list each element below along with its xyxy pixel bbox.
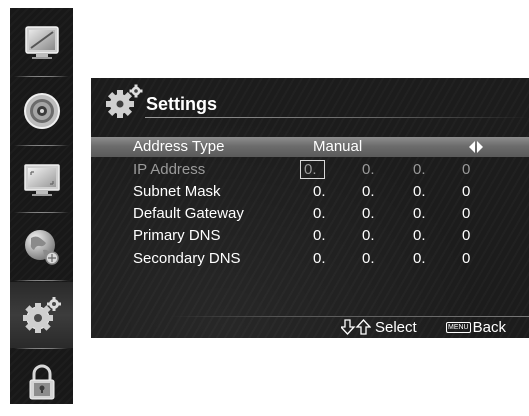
primary-dns-octet-2-field[interactable]: 0. (362, 227, 375, 244)
network-globe-icon (24, 230, 59, 265)
row-ip-address[interactable]: IP Address 0. 0. 0. 0 (91, 160, 529, 180)
primary-dns-octet-4-field[interactable]: 0 (462, 227, 470, 244)
back-label: Back (472, 318, 506, 336)
sidebar-divider (14, 280, 69, 281)
secondary-dns-octet-2-field[interactable]: 0. (362, 250, 375, 267)
gateway-octet-4-field[interactable]: 0 (462, 205, 470, 222)
subnet-mask-label: Subnet Mask (133, 183, 221, 200)
header-divider (145, 117, 529, 118)
settings-panel: Settings Address Type Manual IP Address … (91, 78, 529, 338)
primary-dns-octet-3-field[interactable]: 0. (413, 227, 426, 244)
subnet-octet-3-field[interactable]: 0. (413, 183, 426, 200)
up-down-arrows-icon (341, 319, 371, 335)
sidebar-item-network[interactable] (10, 214, 73, 280)
address-type-value: Manual (313, 138, 363, 155)
primary-dns-octet-1-field[interactable]: 0. (313, 227, 326, 244)
primary-dns-label: Primary DNS (133, 227, 221, 244)
default-gateway-label: Default Gateway (133, 205, 244, 222)
settings-gear-icon (22, 297, 61, 333)
sidebar (10, 8, 73, 404)
ip-octet-2-field[interactable]: 0. (362, 161, 375, 178)
gateway-octet-2-field[interactable]: 0. (362, 205, 375, 222)
sidebar-item-lock[interactable] (10, 350, 73, 416)
row-address-type[interactable]: Address Type Manual (91, 137, 529, 157)
sidebar-divider (14, 145, 69, 146)
page-title: Settings (146, 94, 218, 114)
select-label: Select (375, 318, 417, 336)
secondary-dns-octet-1-field[interactable]: 0. (313, 250, 326, 267)
row-subnet-mask[interactable]: Subnet Mask 0. 0. 0. 0 (91, 182, 529, 202)
lock-icon (29, 364, 54, 400)
settings-gear-icon (106, 84, 143, 118)
menu-key-icon: MENU (446, 321, 471, 333)
ip-octet-3-field[interactable]: 0. (413, 161, 426, 178)
back-hint[interactable]: MENU Back (446, 318, 506, 336)
sidebar-item-picture[interactable] (10, 10, 73, 76)
sidebar-divider (14, 76, 69, 77)
subnet-octet-4-field[interactable]: 0 (462, 183, 470, 200)
picture-icon (24, 26, 59, 59)
secondary-dns-octet-4-field[interactable]: 0 (462, 250, 470, 267)
ip-octet-4-field[interactable]: 0 (462, 161, 470, 178)
footer-divider (171, 316, 529, 317)
secondary-dns-label: Secondary DNS (133, 250, 241, 267)
sidebar-item-screen[interactable] (10, 147, 73, 213)
row-default-gateway[interactable]: Default Gateway 0. 0. 0. 0 (91, 204, 529, 224)
gateway-octet-3-field[interactable]: 0. (413, 205, 426, 222)
subnet-octet-1-field[interactable]: 0. (313, 183, 326, 200)
address-type-label: Address Type (133, 138, 225, 155)
sidebar-item-settings[interactable] (10, 282, 73, 348)
gateway-octet-1-field[interactable]: 0. (313, 205, 326, 222)
secondary-dns-octet-3-field[interactable]: 0. (413, 250, 426, 267)
screen-icon (23, 164, 60, 196)
ip-octet-1-field[interactable]: 0. (300, 160, 325, 179)
subnet-octet-2-field[interactable]: 0. (362, 183, 375, 200)
speaker-icon (23, 93, 60, 129)
sidebar-item-sound[interactable] (10, 78, 73, 144)
row-secondary-dns[interactable]: Secondary DNS 0. 0. 0. 0 (91, 249, 529, 269)
select-hint: Select (341, 318, 417, 336)
sidebar-divider (14, 212, 69, 213)
left-right-arrows-icon[interactable] (468, 141, 484, 153)
ip-address-label: IP Address (133, 161, 206, 178)
row-primary-dns[interactable]: Primary DNS 0. 0. 0. 0 (91, 226, 529, 246)
panel-header: Settings (91, 78, 529, 118)
sidebar-divider (14, 348, 69, 349)
